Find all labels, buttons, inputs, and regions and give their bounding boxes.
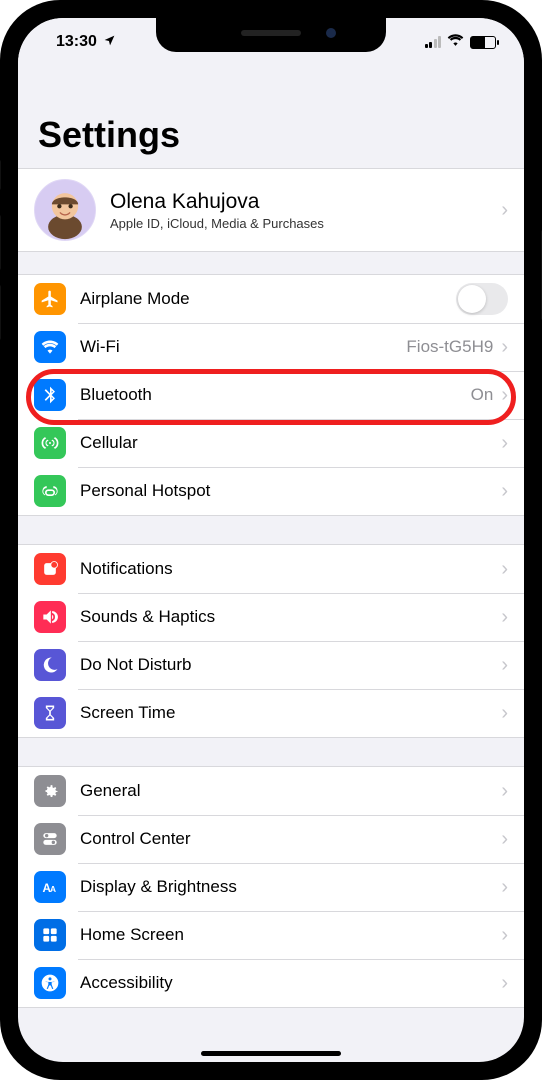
- gear-icon: [34, 775, 66, 807]
- screentime-label: Screen Time: [80, 703, 501, 723]
- mute-switch: [0, 160, 1, 190]
- general-group: General › Control Center › AA Display & …: [18, 766, 524, 1008]
- chevron-right-icon: ›: [501, 199, 508, 222]
- accessibility-row[interactable]: Accessibility ›: [18, 959, 524, 1007]
- chevron-right-icon: ›: [501, 336, 508, 359]
- notifications-row[interactable]: Notifications ›: [18, 545, 524, 593]
- airplane-icon: [34, 283, 66, 315]
- grid-icon: [34, 919, 66, 951]
- hotspot-label: Personal Hotspot: [80, 481, 501, 501]
- page-title: Settings: [18, 66, 524, 168]
- airplane-label: Airplane Mode: [80, 289, 456, 309]
- sounds-row[interactable]: Sounds & Haptics ›: [18, 593, 524, 641]
- wifi-detail: Fios-tG5H9: [406, 337, 493, 357]
- sounds-icon: [34, 601, 66, 633]
- bluetooth-label: Bluetooth: [80, 385, 471, 405]
- chevron-right-icon: ›: [501, 654, 508, 677]
- hotspot-row[interactable]: Personal Hotspot ›: [18, 467, 524, 515]
- status-time: 13:30: [56, 33, 97, 51]
- hotspot-icon: [34, 475, 66, 507]
- notifications-group: Notifications › Sounds & Haptics › Do No…: [18, 544, 524, 738]
- chevron-right-icon: ›: [501, 924, 508, 947]
- notifications-icon: [34, 553, 66, 585]
- account-name: Olena Kahujova: [110, 190, 501, 214]
- home-indicator[interactable]: [201, 1051, 341, 1056]
- chevron-right-icon: ›: [501, 480, 508, 503]
- control-center-row[interactable]: Control Center ›: [18, 815, 524, 863]
- screentime-row[interactable]: Screen Time ›: [18, 689, 524, 737]
- notch-camera: [326, 28, 336, 38]
- account-subtitle: Apple ID, iCloud, Media & Purchases: [110, 216, 501, 231]
- location-icon: [103, 34, 116, 50]
- airplane-mode-row[interactable]: Airplane Mode: [18, 275, 524, 323]
- chevron-right-icon: ›: [501, 432, 508, 455]
- chevron-right-icon: ›: [501, 606, 508, 629]
- cell-signal-icon: [425, 36, 442, 48]
- home-screen-label: Home Screen: [80, 925, 501, 945]
- home-screen-row[interactable]: Home Screen ›: [18, 911, 524, 959]
- cellular-row[interactable]: Cellular ›: [18, 419, 524, 467]
- chevron-right-icon: ›: [501, 384, 508, 407]
- status-bar: 13:30: [18, 18, 524, 66]
- chevron-right-icon: ›: [501, 558, 508, 581]
- dnd-row[interactable]: Do Not Disturb ›: [18, 641, 524, 689]
- cellular-icon: [34, 427, 66, 459]
- display-label: Display & Brightness: [80, 877, 501, 897]
- chevron-right-icon: ›: [501, 780, 508, 803]
- connectivity-group: Airplane Mode Wi-Fi Fios-tG5H9 › Bluetoo…: [18, 274, 524, 516]
- svg-text:A: A: [50, 884, 56, 894]
- cellular-label: Cellular: [80, 433, 501, 453]
- chevron-right-icon: ›: [501, 972, 508, 995]
- display-row[interactable]: AA Display & Brightness ›: [18, 863, 524, 911]
- chevron-right-icon: ›: [501, 702, 508, 725]
- screen: 13:30 Settings: [18, 18, 524, 1062]
- moon-icon: [34, 649, 66, 681]
- battery-icon: [470, 36, 496, 49]
- accessibility-label: Accessibility: [80, 973, 501, 993]
- wifi-settings-icon: [34, 331, 66, 363]
- general-label: General: [80, 781, 501, 801]
- sounds-label: Sounds & Haptics: [80, 607, 501, 627]
- dnd-label: Do Not Disturb: [80, 655, 501, 675]
- avatar: [34, 179, 96, 241]
- bluetooth-icon: [34, 379, 66, 411]
- accessibility-icon: [34, 967, 66, 999]
- notifications-label: Notifications: [80, 559, 501, 579]
- general-row[interactable]: General ›: [18, 767, 524, 815]
- bluetooth-detail: On: [471, 385, 494, 405]
- account-group: Olena Kahujova Apple ID, iCloud, Media &…: [18, 168, 524, 252]
- control-center-label: Control Center: [80, 829, 501, 849]
- hourglass-icon: [34, 697, 66, 729]
- wifi-label: Wi-Fi: [80, 337, 406, 357]
- account-row[interactable]: Olena Kahujova Apple ID, iCloud, Media &…: [18, 169, 524, 251]
- device-frame: 13:30 Settings: [0, 0, 542, 1080]
- text-size-icon: AA: [34, 871, 66, 903]
- toggles-icon: [34, 823, 66, 855]
- bluetooth-row[interactable]: Bluetooth On ›: [18, 371, 524, 419]
- chevron-right-icon: ›: [501, 876, 508, 899]
- notch-speaker: [241, 30, 301, 36]
- settings-content: Settings: [18, 66, 524, 1062]
- volume-up-button: [0, 215, 1, 270]
- wifi-row[interactable]: Wi-Fi Fios-tG5H9 ›: [18, 323, 524, 371]
- chevron-right-icon: ›: [501, 828, 508, 851]
- wifi-icon: [447, 33, 464, 51]
- airplane-toggle[interactable]: [456, 283, 508, 315]
- volume-down-button: [0, 285, 1, 340]
